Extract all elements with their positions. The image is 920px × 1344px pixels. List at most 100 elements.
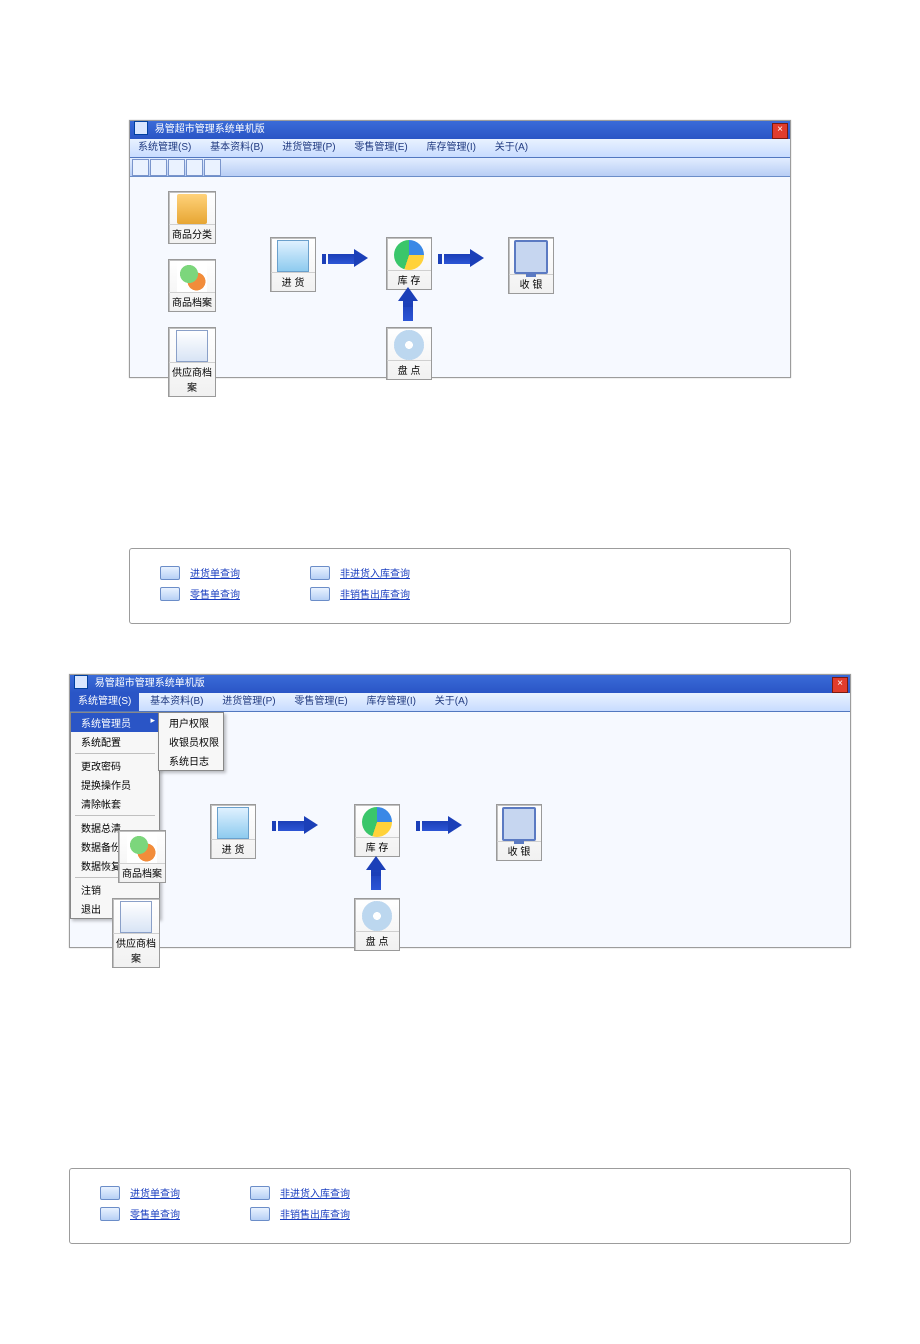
app-window-1: 易管超市管理系统单机版 × 系统管理(S) 基本资料(B) 进货管理(P) 零售… xyxy=(129,120,791,378)
workspace: 系统管理员 系统配置 更改密码 提换操作员 清除帐套 数据总清 数据备份 数据恢… xyxy=(70,712,850,947)
workspace: 商品分类 商品档案 供应商档案 进 货 库 存 收 银 盘 点 xyxy=(130,177,790,377)
menu-system[interactable]: 系统管理(S) xyxy=(70,693,139,711)
menu-stock[interactable]: 库存管理(I) xyxy=(419,139,484,157)
btn-label: 商品档案 xyxy=(119,863,165,882)
link-nonpurchase-in-query[interactable]: 非进货入库查询 xyxy=(340,565,410,580)
btn-stock-check[interactable]: 盘 点 xyxy=(354,898,400,951)
btn-label: 商品分类 xyxy=(169,224,215,243)
disc-icon xyxy=(362,901,392,931)
btn-product-category[interactable]: 商品分类 xyxy=(168,191,216,244)
btn-purchase[interactable]: 进 货 xyxy=(210,804,256,859)
menu-about[interactable]: 关于(A) xyxy=(427,693,476,711)
report-icon xyxy=(160,566,180,580)
close-button[interactable]: × xyxy=(772,123,788,139)
report-icon xyxy=(100,1207,120,1221)
btn-product-file[interactable]: 商品档案 xyxy=(168,259,216,312)
app-icon xyxy=(134,121,148,135)
report-icon xyxy=(250,1186,270,1200)
title-bar: 易管超市管理系统单机版 × xyxy=(130,121,790,139)
app-icon xyxy=(74,675,88,689)
toolbar-button[interactable] xyxy=(186,159,203,176)
menu-basic[interactable]: 基本资料(B) xyxy=(202,139,271,157)
link-retail-query[interactable]: 零售单查询 xyxy=(190,586,250,601)
monitor-icon xyxy=(514,240,548,274)
arrow-right-icon xyxy=(278,820,318,832)
btn-label: 供应商档案 xyxy=(113,933,159,967)
menu-retail[interactable]: 零售管理(E) xyxy=(286,693,355,711)
btn-stock[interactable]: 库 存 xyxy=(386,237,432,290)
menu-item-admin[interactable]: 系统管理员 xyxy=(71,713,159,732)
report-icon xyxy=(160,587,180,601)
gears-icon xyxy=(127,833,157,863)
close-button[interactable]: × xyxy=(832,677,848,693)
admin-submenu-dropdown[interactable]: 用户权限 收银员权限 系统日志 xyxy=(158,712,224,771)
link-nonpurchase-in-query[interactable]: 非进货入库查询 xyxy=(280,1185,350,1200)
box-icon xyxy=(217,807,249,839)
menu-separator xyxy=(75,815,155,816)
sheet-icon xyxy=(120,901,152,933)
btn-purchase[interactable]: 进 货 xyxy=(270,237,316,292)
submenu-sys-log[interactable]: 系统日志 xyxy=(159,751,223,770)
arrow-up-icon xyxy=(402,287,414,321)
btn-label: 库 存 xyxy=(355,837,399,856)
menu-bar: 系统管理(S) 基本资料(B) 进货管理(P) 零售管理(E) 库存管理(I) … xyxy=(70,693,850,712)
link-purchase-query[interactable]: 进货单查询 xyxy=(130,1185,190,1200)
btn-supplier-file[interactable]: 供应商档案 xyxy=(112,898,160,968)
btn-label: 商品档案 xyxy=(169,292,215,311)
window-title: 易管超市管理系统单机版 xyxy=(95,678,205,689)
btn-label: 盘 点 xyxy=(387,360,431,379)
toolbar-button[interactable] xyxy=(150,159,167,176)
menu-about[interactable]: 关于(A) xyxy=(487,139,536,157)
monitor-icon xyxy=(502,807,536,841)
link-retail-query[interactable]: 零售单查询 xyxy=(130,1206,190,1221)
menu-item-config[interactable]: 系统配置 xyxy=(71,732,159,751)
report-icon xyxy=(100,1186,120,1200)
menu-retail[interactable]: 零售管理(E) xyxy=(346,139,415,157)
arrow-up-icon xyxy=(370,856,382,890)
arrow-right-icon xyxy=(422,820,462,832)
toolbar-button[interactable] xyxy=(132,159,149,176)
btn-product-file[interactable]: 商品档案 xyxy=(118,830,166,883)
report-icon xyxy=(250,1207,270,1221)
btn-stock-check[interactable]: 盘 点 xyxy=(386,327,432,380)
link-purchase-query[interactable]: 进货单查询 xyxy=(190,565,250,580)
menu-bar: 系统管理(S) 基本资料(B) 进货管理(P) 零售管理(E) 库存管理(I) … xyxy=(130,139,790,158)
link-panel: 进货单查询 非进货入库查询 零售单查询 非销售出库查询 xyxy=(69,1168,851,1244)
submenu-user-role[interactable]: 用户权限 xyxy=(159,713,223,732)
title-bar: 易管超市管理系统单机版 × xyxy=(70,675,850,693)
menu-purchase[interactable]: 进货管理(P) xyxy=(214,693,283,711)
btn-pos[interactable]: 收 银 xyxy=(508,237,554,294)
report-icon xyxy=(310,566,330,580)
menu-system[interactable]: 系统管理(S) xyxy=(130,139,199,157)
menu-basic[interactable]: 基本资料(B) xyxy=(142,693,211,711)
submenu-cashier-role[interactable]: 收银员权限 xyxy=(159,732,223,751)
toolbar-button[interactable] xyxy=(168,159,185,176)
toolbar-button[interactable] xyxy=(204,159,221,176)
pie-icon xyxy=(362,807,392,837)
btn-stock[interactable]: 库 存 xyxy=(354,804,400,857)
system-menu-dropdown[interactable]: 系统管理员 系统配置 更改密码 提换操作员 清除帐套 数据总清 数据备份 数据恢… xyxy=(70,712,160,919)
menu-item-clearch[interactable]: 清除帐套 xyxy=(71,794,159,813)
box-icon xyxy=(277,240,309,272)
btn-supplier-file[interactable]: 供应商档案 xyxy=(168,327,216,397)
pie-icon xyxy=(394,240,424,270)
menu-item-chpwd[interactable]: 更改密码 xyxy=(71,756,159,775)
gears-icon xyxy=(177,262,207,292)
menu-separator xyxy=(75,753,155,754)
menu-purchase[interactable]: 进货管理(P) xyxy=(274,139,343,157)
menu-stock[interactable]: 库存管理(I) xyxy=(359,693,424,711)
btn-pos[interactable]: 收 银 xyxy=(496,804,542,861)
arrow-right-icon xyxy=(444,253,484,265)
link-panel: 进货单查询 非进货入库查询 零售单查询 非销售出库查询 xyxy=(129,548,791,624)
link-nonsale-out-query[interactable]: 非销售出库查询 xyxy=(280,1206,350,1221)
btn-label: 盘 点 xyxy=(355,931,399,950)
arrow-right-icon xyxy=(328,253,368,265)
report-icon xyxy=(310,587,330,601)
folder-icon xyxy=(177,194,207,224)
disc-icon xyxy=(394,330,424,360)
btn-label: 供应商档案 xyxy=(169,362,215,396)
link-nonsale-out-query[interactable]: 非销售出库查询 xyxy=(340,586,410,601)
tool-bar xyxy=(130,158,790,177)
btn-label: 进 货 xyxy=(271,272,315,291)
menu-item-setop[interactable]: 提换操作员 xyxy=(71,775,159,794)
